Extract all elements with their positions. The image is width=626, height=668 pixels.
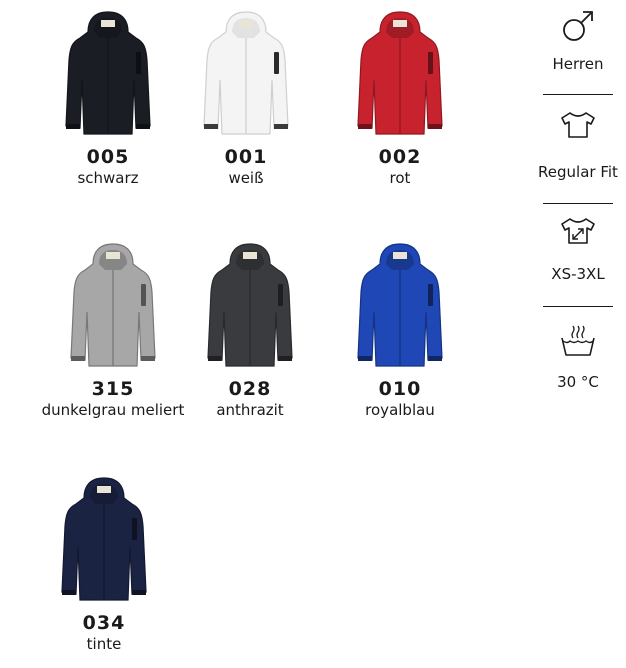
divider [543, 94, 613, 95]
color-swatch-028[interactable]: 028 anthrazit [180, 240, 320, 420]
feature-label: Regular Fit [538, 163, 618, 181]
feature-wash: 30 °C [536, 322, 620, 392]
jacket-image [203, 11, 289, 135]
color-code: 028 [228, 378, 272, 400]
color-swatch-315[interactable]: 315 dunkelgrau meliert [35, 240, 191, 420]
size-arrows-icon [561, 218, 595, 244]
jacket-image [70, 243, 156, 367]
tshirt-icon [561, 112, 595, 138]
color-swatch-002[interactable]: 002 rot [330, 8, 470, 188]
divider [543, 306, 613, 307]
color-name: rot [389, 169, 411, 187]
male-icon [563, 11, 593, 41]
jacket-image [207, 243, 293, 367]
feature-label: 30 °C [557, 373, 599, 391]
color-code: 034 [82, 612, 126, 634]
color-name: tinte [86, 635, 122, 653]
color-code: 001 [224, 146, 268, 168]
color-name: schwarz [77, 169, 139, 187]
color-name: dunkelgrau meliert [41, 401, 185, 419]
color-name: royalblau [365, 401, 435, 419]
color-name: anthrazit [216, 401, 284, 419]
feature-gender: Herren [536, 8, 620, 74]
color-code: 315 [91, 378, 135, 400]
feature-label: XS-3XL [551, 265, 605, 283]
feature-sizes: XS-3XL [536, 216, 620, 284]
jacket-image [61, 477, 147, 601]
jacket-image [357, 11, 443, 135]
color-code: 010 [378, 378, 422, 400]
color-code: 005 [86, 146, 130, 168]
jacket-image [65, 11, 151, 135]
jacket-image [357, 243, 443, 367]
divider [543, 203, 613, 204]
wash-tub-icon [561, 325, 595, 356]
color-code: 002 [378, 146, 422, 168]
color-name: weiß [228, 169, 264, 187]
feature-fit: Regular Fit [536, 110, 620, 182]
color-swatch-034[interactable]: 034 tinte [34, 474, 174, 654]
color-swatch-010[interactable]: 010 royalblau [330, 240, 470, 420]
color-swatch-001[interactable]: 001 weiß [176, 8, 316, 188]
color-swatch-005[interactable]: 005 schwarz [38, 8, 178, 188]
feature-label: Herren [552, 55, 604, 73]
